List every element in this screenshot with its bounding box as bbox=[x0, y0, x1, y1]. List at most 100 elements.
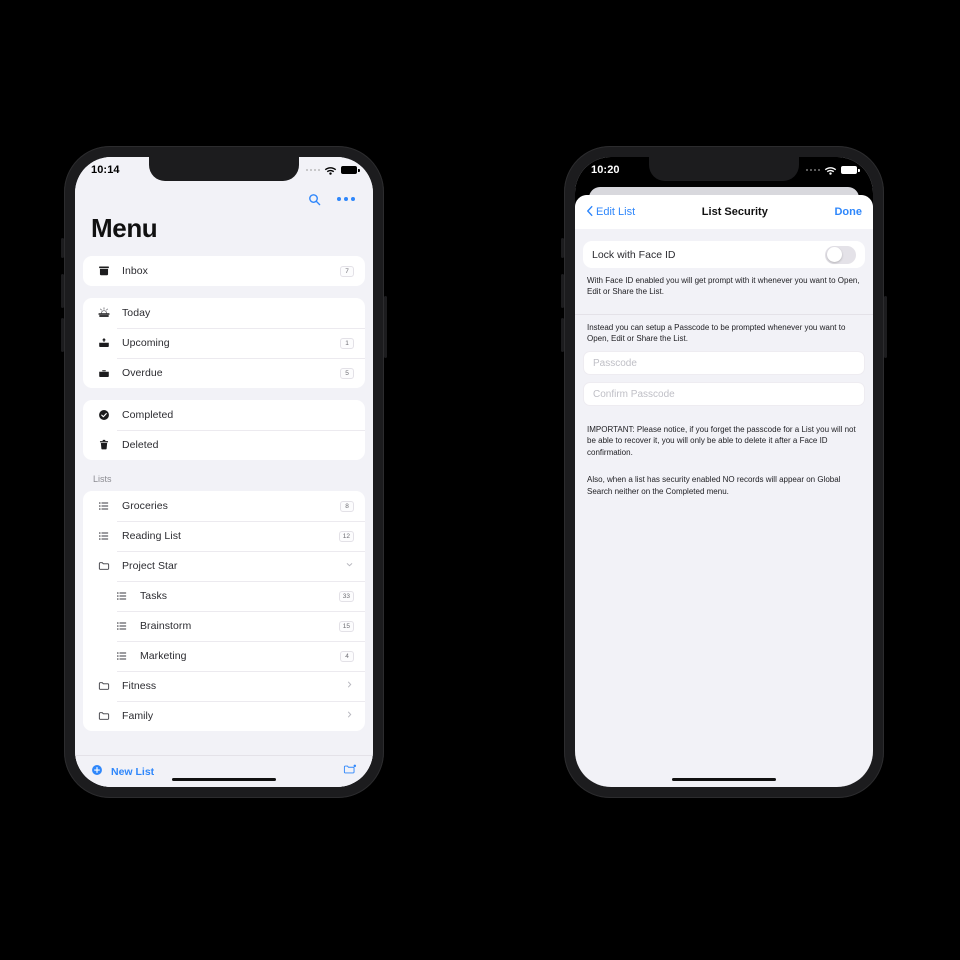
volume-up-button[interactable] bbox=[561, 274, 564, 308]
trash-icon bbox=[94, 439, 113, 451]
page-title: List Security bbox=[701, 206, 768, 218]
page-title: Menu bbox=[91, 213, 158, 243]
screenshot-canvas: 10:14 Menu Inbox 7 Today Upcoming 1 Over… bbox=[0, 0, 960, 960]
menu-item-deleted[interactable]: Deleted bbox=[83, 430, 365, 460]
new-list-button[interactable]: New List bbox=[91, 763, 154, 781]
list-item-project-star[interactable]: Project Star bbox=[83, 551, 365, 581]
list-item-label: Fitness bbox=[122, 680, 157, 692]
passcode-help-text: Instead you can setup a Passcode to be p… bbox=[587, 323, 846, 344]
badge-count: 5 bbox=[340, 367, 354, 379]
list-item-label: Marketing bbox=[140, 650, 187, 662]
list-item-brainstorm[interactable]: Brainstorm 15 bbox=[83, 611, 365, 641]
chevron-right-icon[interactable] bbox=[345, 680, 354, 692]
list-icon bbox=[112, 590, 131, 602]
more-horizontal-icon[interactable] bbox=[337, 197, 355, 201]
volume-down-button[interactable] bbox=[561, 318, 564, 352]
mute-switch[interactable] bbox=[561, 238, 564, 258]
search-note: Also, when a list has security enabled N… bbox=[587, 475, 841, 496]
menu-item-label: Completed bbox=[122, 409, 174, 421]
list-item-label: Groceries bbox=[122, 500, 168, 512]
list-icon bbox=[94, 500, 113, 512]
back-label: Edit List bbox=[596, 206, 636, 218]
notch bbox=[649, 157, 799, 181]
faceid-row: Lock with Face ID bbox=[583, 241, 865, 268]
badge-count: 33 bbox=[338, 590, 354, 602]
toggle-knob bbox=[826, 247, 842, 262]
menu-item-overdue[interactable]: Overdue 5 bbox=[83, 358, 365, 388]
menu-item-upcoming[interactable]: Upcoming 1 bbox=[83, 328, 365, 358]
list-item-family[interactable]: Family bbox=[83, 701, 365, 731]
battery-full-icon bbox=[841, 166, 860, 174]
confirm-passcode-placeholder: Confirm Passcode bbox=[593, 388, 675, 400]
chevron-down-icon[interactable] bbox=[345, 560, 354, 572]
chevron-right-icon[interactable] bbox=[345, 710, 354, 722]
navigation-bar: Edit List List Security Done bbox=[575, 195, 873, 229]
list-item-tasks[interactable]: Tasks 33 bbox=[83, 581, 365, 611]
power-button[interactable] bbox=[384, 296, 387, 358]
section-divider bbox=[575, 306, 873, 316]
list-item-label: Project Star bbox=[122, 560, 178, 572]
menu-item-today[interactable]: Today bbox=[83, 298, 365, 328]
menu-item-label: Today bbox=[122, 307, 151, 319]
search-icon[interactable] bbox=[308, 193, 321, 206]
menu-item-label: Inbox bbox=[122, 265, 148, 277]
status-time: 10:20 bbox=[591, 164, 620, 176]
list-icon bbox=[112, 650, 131, 662]
important-note: IMPORTANT: Please notice, if you forget … bbox=[587, 425, 856, 457]
volume-down-button[interactable] bbox=[61, 318, 64, 352]
lists-section-label: Lists bbox=[93, 474, 112, 484]
list-item-groceries[interactable]: Groceries 8 bbox=[83, 491, 365, 521]
menu-group-dates: Today Upcoming 1 Overdue 5 bbox=[83, 298, 365, 388]
confirm-passcode-field[interactable]: Confirm Passcode bbox=[583, 382, 865, 407]
menu-group-lists: Groceries 8 Reading List 12 Project Star… bbox=[83, 491, 365, 731]
list-icon bbox=[112, 620, 131, 632]
badge-count: 7 bbox=[340, 265, 354, 277]
faceid-toggle[interactable] bbox=[825, 245, 856, 264]
badge-count: 12 bbox=[338, 530, 354, 542]
faceid-label: Lock with Face ID bbox=[592, 248, 676, 261]
back-button[interactable]: Edit List bbox=[586, 205, 635, 220]
tray-upcoming-icon bbox=[94, 337, 113, 349]
passcode-placeholder: Passcode bbox=[593, 357, 637, 369]
signal-dots-icon bbox=[805, 168, 820, 172]
notch bbox=[149, 157, 299, 181]
list-item-label: Tasks bbox=[140, 590, 168, 602]
phone-screen-security: 10:20 Edit List List Security Done Lock … bbox=[575, 157, 873, 787]
folder-plus-icon[interactable] bbox=[343, 763, 357, 781]
check-circle-icon bbox=[94, 409, 113, 421]
menu-scroll-area[interactable]: Inbox 7 Today Upcoming 1 Overdue 5 Compl… bbox=[75, 256, 373, 755]
list-item-label: Reading List bbox=[122, 530, 181, 542]
passcode-field[interactable]: Passcode bbox=[583, 351, 865, 376]
phone-list-security: 10:20 Edit List List Security Done Lock … bbox=[561, 146, 887, 798]
mute-switch[interactable] bbox=[61, 238, 64, 258]
menu-item-inbox[interactable]: Inbox 7 bbox=[83, 256, 365, 286]
tray-overdue-icon bbox=[94, 367, 113, 379]
volume-up-button[interactable] bbox=[61, 274, 64, 308]
folder-icon bbox=[94, 710, 113, 722]
menu-item-label: Upcoming bbox=[122, 337, 170, 349]
badge-count: 4 bbox=[340, 650, 354, 662]
menu-item-completed[interactable]: Completed bbox=[83, 400, 365, 430]
folder-icon bbox=[94, 560, 113, 572]
badge-count: 15 bbox=[338, 620, 354, 632]
list-item-reading-list[interactable]: Reading List 12 bbox=[83, 521, 365, 551]
phone-screen-menu: 10:14 Menu Inbox 7 Today Upcoming 1 Over… bbox=[75, 157, 373, 787]
sunrise-icon bbox=[94, 307, 113, 319]
folder-icon bbox=[94, 680, 113, 692]
menu-item-label: Overdue bbox=[122, 367, 163, 379]
menu-group-archive: Completed Deleted bbox=[83, 400, 365, 460]
list-item-fitness[interactable]: Fitness bbox=[83, 671, 365, 701]
plus-circle-icon bbox=[91, 763, 103, 781]
chevron-left-icon bbox=[586, 205, 594, 220]
menu-item-label: Deleted bbox=[122, 439, 159, 451]
power-button[interactable] bbox=[884, 296, 887, 358]
list-security-sheet: Edit List List Security Done Lock with F… bbox=[575, 195, 873, 787]
faceid-help-text: With Face ID enabled you will get prompt… bbox=[587, 276, 860, 297]
home-indicator bbox=[172, 777, 276, 781]
wifi-icon bbox=[824, 166, 837, 175]
list-item-marketing[interactable]: Marketing 4 bbox=[83, 641, 365, 671]
list-item-label: Family bbox=[122, 710, 154, 722]
new-list-bar: New List bbox=[75, 755, 373, 787]
done-button[interactable]: Done bbox=[834, 206, 862, 218]
home-indicator bbox=[672, 777, 776, 781]
